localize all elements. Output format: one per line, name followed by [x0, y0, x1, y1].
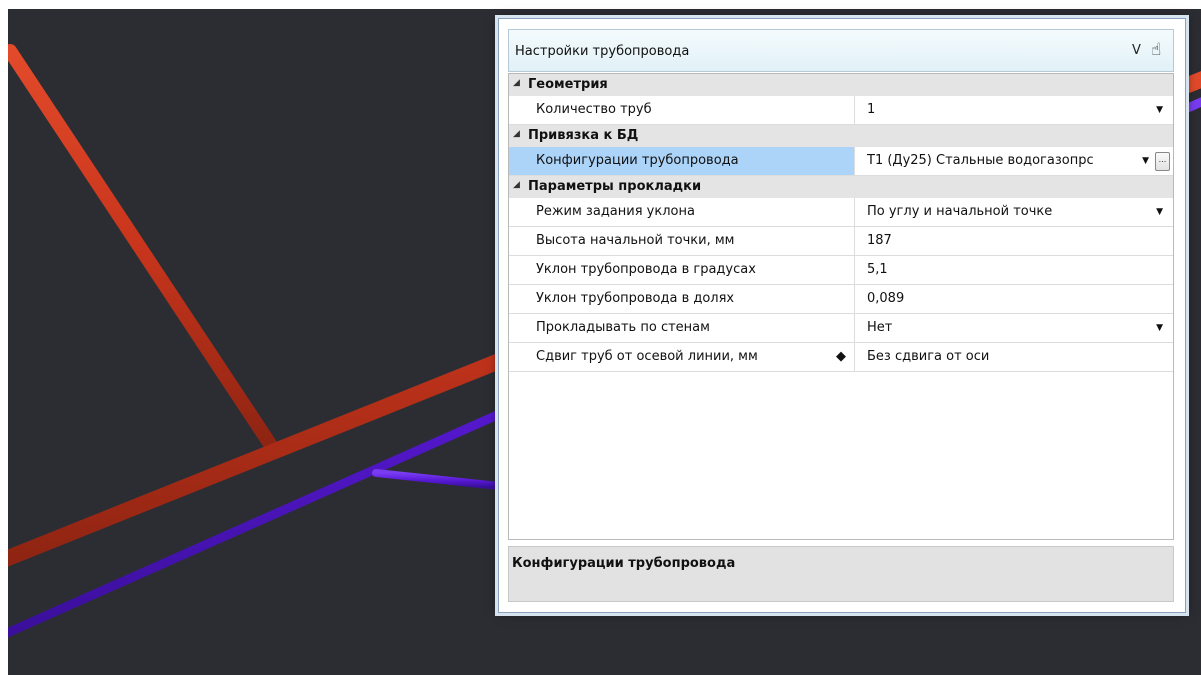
property-name: Уклон трубопровода в градусах	[536, 262, 756, 277]
column-separator	[854, 198, 855, 226]
property-row-slope-fraction[interactable]: Уклон трубопровода в долях 0,089	[509, 285, 1173, 314]
column-separator	[854, 343, 855, 371]
property-row-slope-mode[interactable]: Режим задания уклона По углу и начальной…	[509, 198, 1173, 227]
property-value[interactable]: 0,089	[867, 285, 904, 313]
panel-title: Настройки трубопровода	[515, 44, 690, 59]
column-separator	[854, 256, 855, 284]
collapse-triangle-icon[interactable]: ◢	[513, 78, 520, 88]
property-name: Количество труб	[536, 102, 652, 117]
category-label: Параметры прокладки	[528, 179, 702, 194]
property-row-axis-offset[interactable]: Сдвиг труб от осевой линии, мм ◆ Без сдв…	[509, 343, 1173, 372]
property-value[interactable]: 1	[867, 96, 875, 124]
property-name: Высота начальной точки, мм	[536, 233, 735, 248]
property-value[interactable]: 5,1	[867, 256, 888, 284]
dropdown-arrow-icon[interactable]: ▼	[1156, 314, 1163, 342]
diamond-icon[interactable]: ◆	[836, 343, 846, 371]
column-separator	[854, 147, 855, 175]
collapse-triangle-icon[interactable]: ◢	[513, 180, 520, 190]
description-pane: Конфигурации трубопровода	[508, 546, 1174, 602]
property-name: Конфигурации трубопровода	[509, 147, 854, 175]
property-row-pipe-count[interactable]: Количество труб 1 ▼	[509, 96, 1173, 125]
property-name: Сдвиг труб от осевой линии, мм	[536, 349, 758, 364]
collapse-triangle-icon[interactable]: ◢	[513, 129, 520, 139]
category-geometry[interactable]: ◢ Геометрия	[509, 74, 1173, 96]
description-title: Конфигурации трубопровода	[512, 556, 736, 571]
dropdown-arrow-icon[interactable]: ▼	[1156, 198, 1163, 226]
category-label: Привязка к БД	[528, 128, 639, 143]
property-row-lay-along-walls[interactable]: Прокладывать по стенам Нет ▼	[509, 314, 1173, 343]
property-name: Режим задания уклона	[536, 204, 695, 219]
column-separator	[854, 96, 855, 124]
property-row-start-height[interactable]: Высота начальной точки, мм 187	[509, 227, 1173, 256]
property-value[interactable]: Нет	[867, 314, 892, 342]
hand-pointer-icon[interactable]: ☝	[1151, 40, 1161, 60]
dropdown-arrow-icon[interactable]: ▼	[1156, 96, 1163, 124]
property-value[interactable]: 187	[867, 227, 892, 255]
property-name: Прокладывать по стенам	[536, 320, 710, 335]
category-label: Геометрия	[528, 77, 608, 92]
panel-titlebar: Настройки трубопровода V ☝	[508, 29, 1174, 72]
property-grid: ◢ Геометрия Количество труб 1 ▼ ◢ Привяз…	[508, 73, 1174, 540]
column-separator	[854, 314, 855, 342]
category-laying-params[interactable]: ◢ Параметры прокладки	[509, 176, 1173, 198]
dropdown-arrow-icon[interactable]: ▼	[1142, 147, 1149, 175]
column-separator	[854, 285, 855, 313]
pipe-red-diagonal	[8, 44, 277, 451]
property-row-slope-degrees[interactable]: Уклон трубопровода в градусах 5,1	[509, 256, 1173, 285]
property-row-pipeline-config[interactable]: Конфигурации трубопровода Т1 (Ду25) Стал…	[509, 147, 1173, 176]
column-separator	[854, 227, 855, 255]
property-value[interactable]: Без сдвига от оси	[867, 343, 989, 371]
browse-button[interactable]: ...	[1155, 152, 1170, 171]
property-value[interactable]: Т1 (Ду25) Стальные водогазопрс	[867, 147, 1094, 175]
category-db-binding[interactable]: ◢ Привязка к БД	[509, 125, 1173, 147]
pipeline-settings-panel: Настройки трубопровода V ☝ ◢ Геометрия К…	[498, 18, 1186, 613]
property-name: Уклон трубопровода в долях	[536, 291, 735, 306]
collapse-button[interactable]: V	[1132, 43, 1141, 58]
property-value[interactable]: По углу и начальной точке	[867, 198, 1052, 226]
pipe-blue-branch	[372, 469, 512, 491]
